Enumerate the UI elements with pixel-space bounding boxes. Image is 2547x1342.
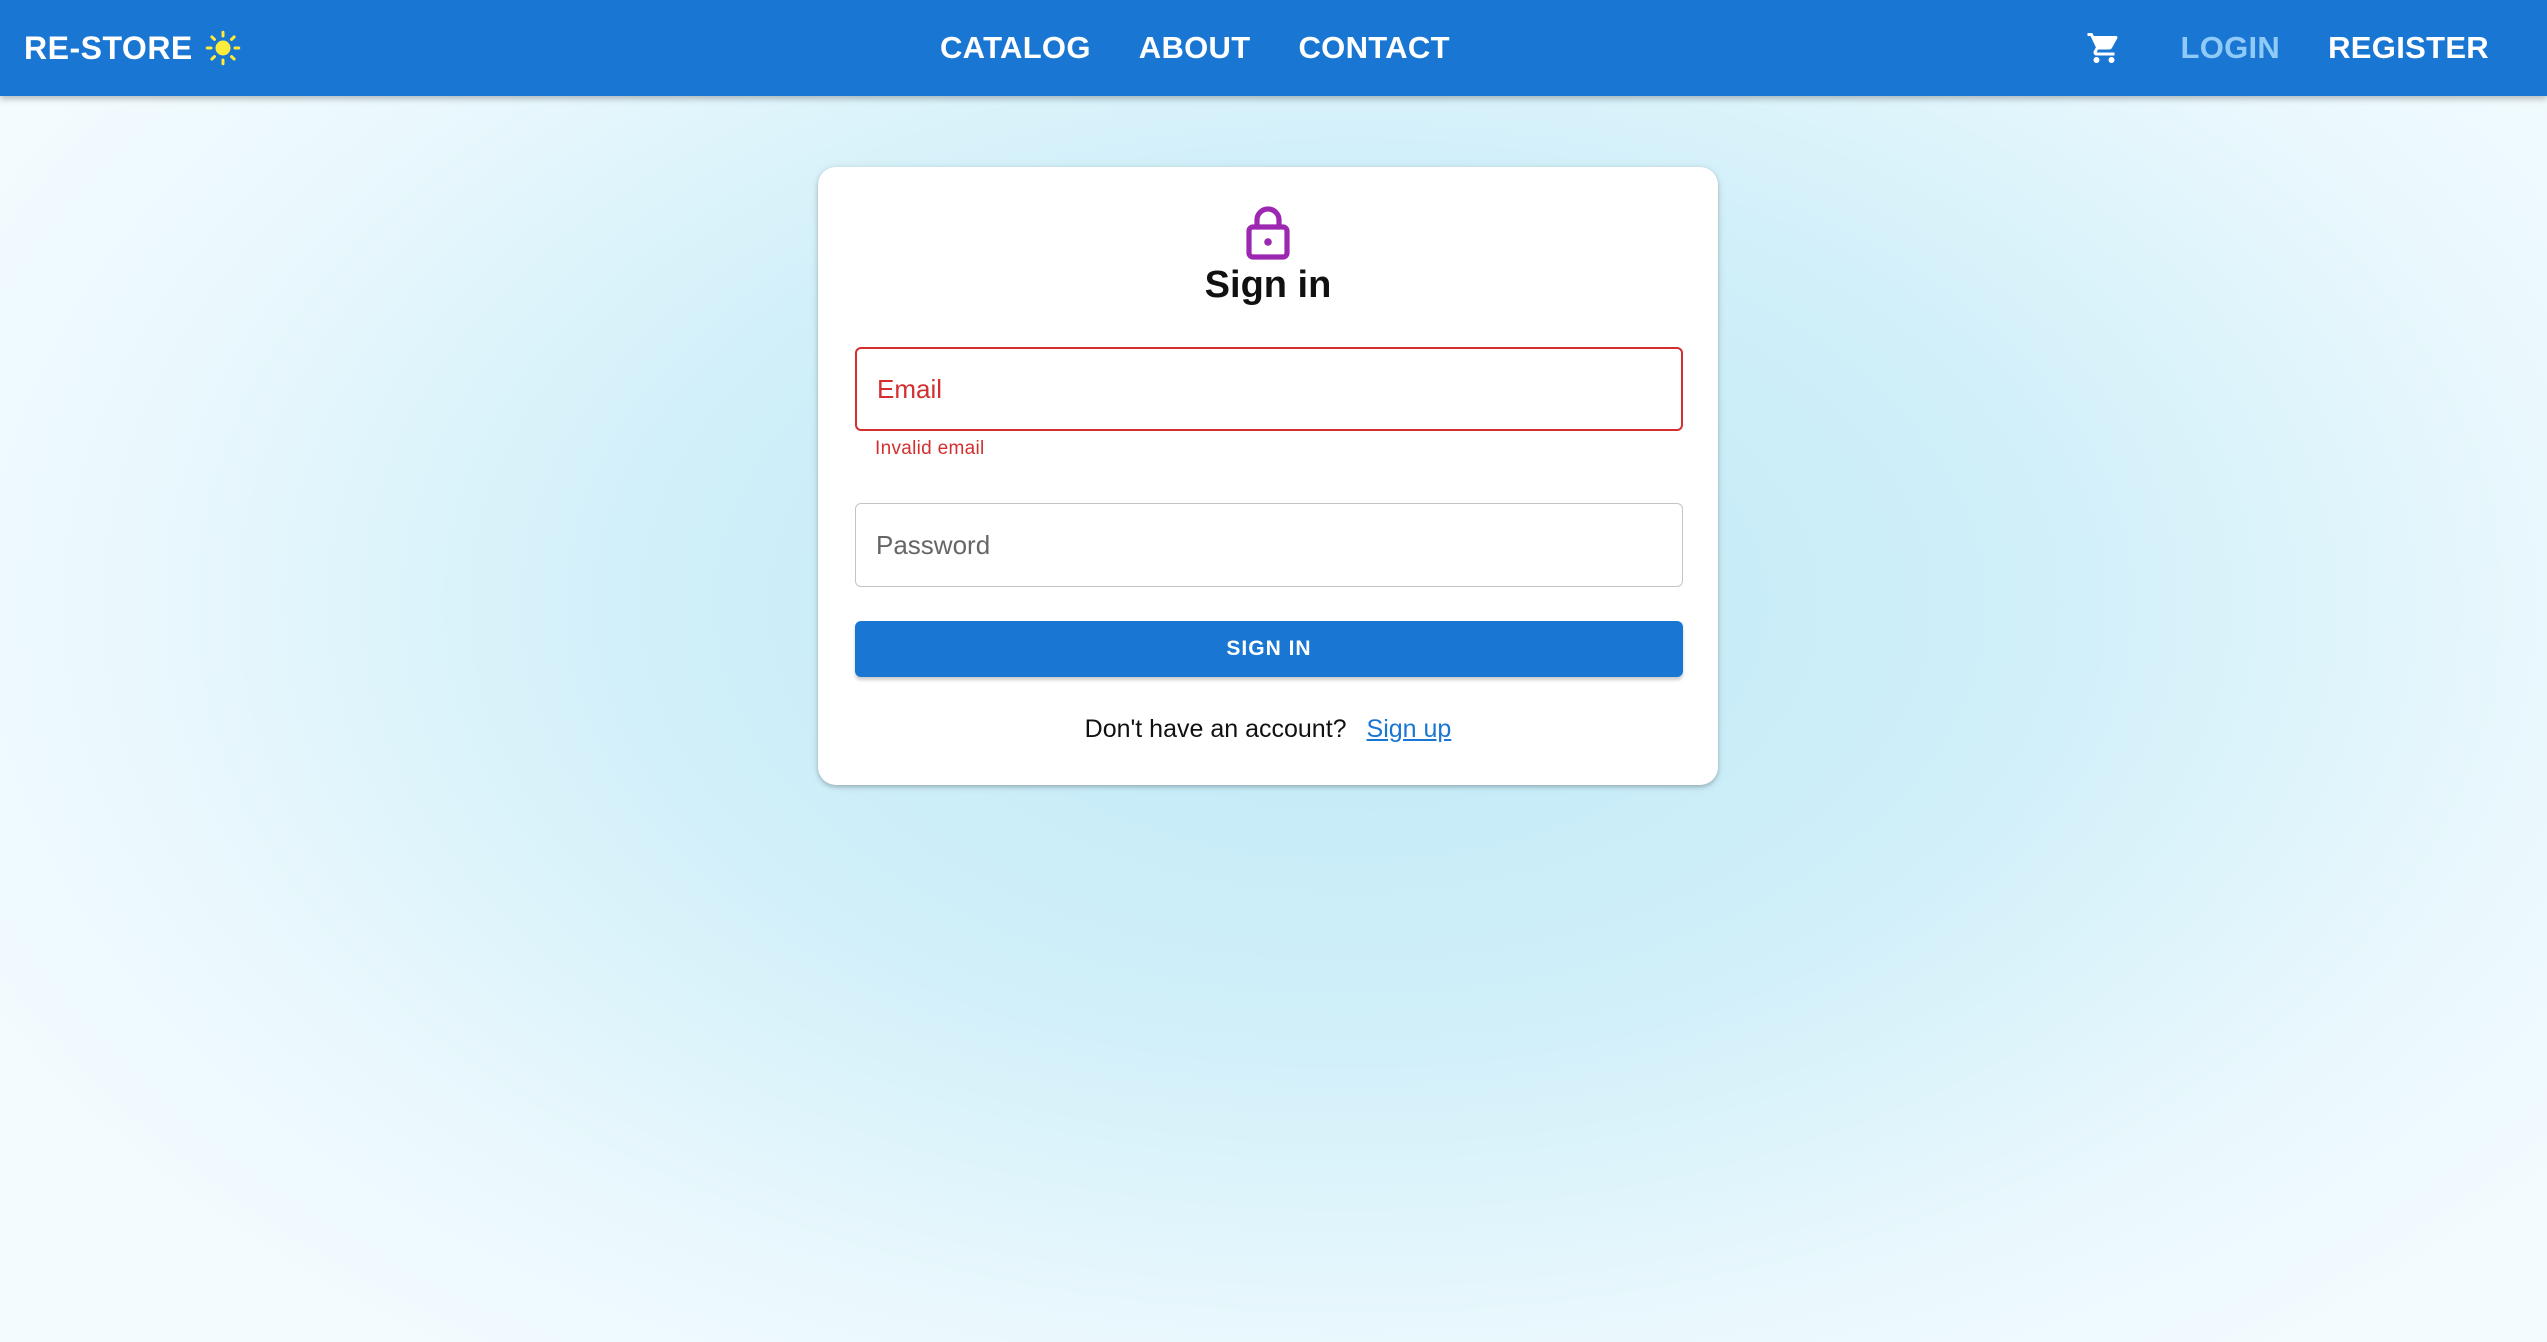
sign-in-button[interactable]: SIGN IN — [855, 621, 1683, 677]
nav-link-contact[interactable]: CONTACT — [1298, 30, 1449, 66]
sun-icon[interactable] — [205, 30, 241, 66]
auth-nav: LOGIN REGISTER — [2086, 0, 2489, 96]
shopping-cart-icon[interactable] — [2086, 30, 2122, 66]
brand-title[interactable]: RE-STORE — [24, 30, 193, 67]
brand: RE-STORE — [24, 0, 241, 96]
nav-link-login[interactable]: LOGIN — [2180, 30, 2280, 66]
nav-link-register[interactable]: REGISTER — [2328, 30, 2489, 66]
email-error-text: Invalid email — [875, 438, 985, 459]
page-title: Sign in — [1204, 264, 1332, 306]
app-bar: RE-STORE CATALOG ABOUT CONTACT LOGIN REG… — [0, 0, 2547, 96]
signup-prompt-text: Don't have an account? — [1084, 715, 1347, 743]
password-field — [855, 503, 1683, 587]
nav-link-catalog[interactable]: CATALOG — [940, 30, 1091, 66]
nav-link-about[interactable]: ABOUT — [1139, 30, 1251, 66]
sign-in-card: Sign in Invalid email SIGN IN Don't have… — [818, 167, 1718, 785]
email-field — [855, 347, 1683, 431]
signup-prompt: Don't have an account? Sign up — [818, 715, 1718, 744]
main-nav: CATALOG ABOUT CONTACT — [940, 0, 1450, 96]
sign-up-link[interactable]: Sign up — [1367, 715, 1452, 743]
password-input[interactable] — [856, 504, 1682, 586]
email-input[interactable] — [857, 349, 1681, 429]
lock-icon — [1246, 206, 1290, 260]
